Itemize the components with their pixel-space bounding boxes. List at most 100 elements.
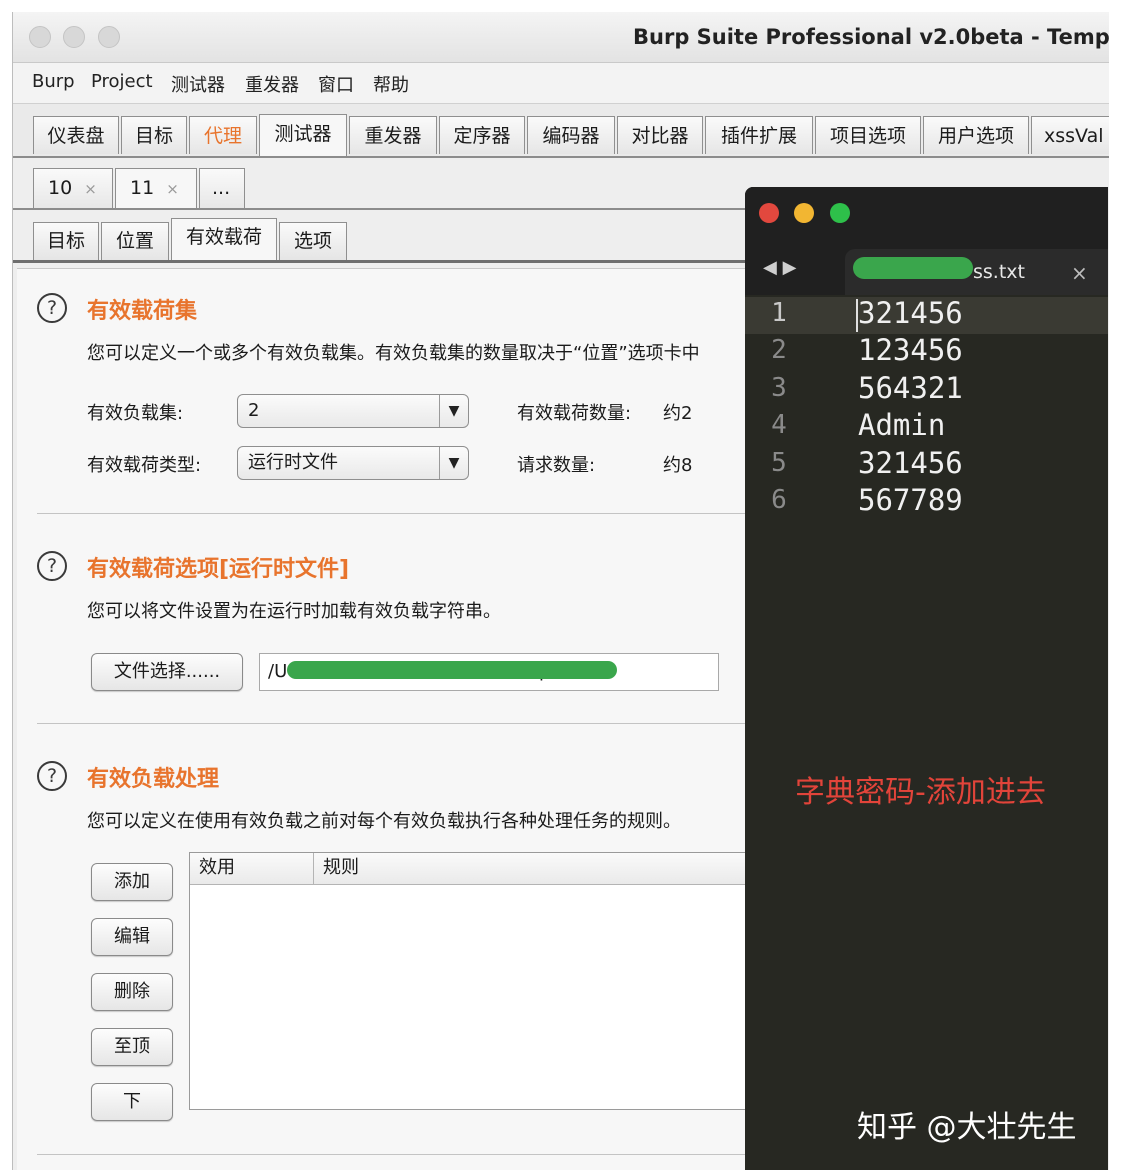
- main-tab-bar: 仪表盘 目标 代理 测试器 重发器 定序器 编码器 对比器 插件扩展 项目选项 …: [13, 104, 1109, 158]
- move-down-button[interactable]: 下: [91, 1083, 173, 1121]
- editor-minimize-button[interactable]: [794, 203, 814, 223]
- dropdown-arrow-icon: ▼: [439, 447, 468, 479]
- help-icon[interactable]: ?: [37, 551, 67, 581]
- payload-set-select[interactable]: 2 ▼: [237, 394, 469, 428]
- line-number: 2: [771, 335, 787, 365]
- line-number: 4: [771, 410, 787, 440]
- line-text[interactable]: 567789: [858, 483, 963, 517]
- editor-close-button[interactable]: [759, 203, 779, 223]
- payload-set-label: 有效负载集:: [87, 403, 184, 424]
- tab-repeater[interactable]: 重发器: [349, 116, 437, 154]
- payload-type-value: 运行时文件: [248, 452, 338, 473]
- close-icon[interactable]: ×: [84, 180, 97, 198]
- line-text[interactable]: 321456: [858, 296, 963, 330]
- window-minimize-button[interactable]: [63, 26, 85, 48]
- attack-tab-label: 10: [48, 177, 73, 199]
- window-close-button[interactable]: [29, 26, 51, 48]
- payload-options-description: 您可以将文件设置为在运行时加载有效负载字符串。: [87, 601, 501, 622]
- payload-count-label: 有效载荷数量:: [517, 403, 632, 424]
- subtab-payloads[interactable]: 有效载荷: [171, 218, 277, 260]
- window-title: Burp Suite Professional v2.0beta - Tempo: [633, 25, 1109, 49]
- attack-tab-divider: [13, 208, 773, 210]
- close-icon[interactable]: ×: [1071, 261, 1088, 285]
- menu-help[interactable]: 帮助: [373, 71, 409, 97]
- text-editor-window: ◀ ▶ ss.txt × 1 321456 2 123456 3 564321 …: [745, 187, 1108, 1170]
- menu-project[interactable]: Project: [91, 71, 153, 92]
- title-bar: Burp Suite Professional v2.0beta - Tempo: [13, 12, 1109, 63]
- redaction-mark: [853, 257, 973, 279]
- background-desktop-right: [1108, 0, 1132, 1170]
- line-number: 3: [771, 373, 787, 403]
- subtab-options[interactable]: 选项: [279, 222, 347, 260]
- section-divider: [37, 723, 767, 724]
- tab-intruder[interactable]: 测试器: [259, 114, 347, 156]
- tab-user-options[interactable]: 用户选项: [923, 116, 1029, 154]
- menu-window[interactable]: 窗口: [318, 71, 354, 97]
- tab-project-options[interactable]: 项目选项: [815, 116, 921, 154]
- tab-proxy[interactable]: 代理: [189, 116, 257, 154]
- tab-decoder[interactable]: 编码器: [527, 116, 615, 154]
- subtab-positions[interactable]: 位置: [101, 222, 169, 260]
- dropdown-arrow-icon: ▼: [439, 395, 468, 427]
- close-icon[interactable]: ×: [166, 180, 179, 198]
- line-number: 6: [771, 485, 787, 515]
- window-zoom-button[interactable]: [98, 26, 120, 48]
- tab-xssval[interactable]: xssVal: [1031, 116, 1109, 154]
- payload-count-value: 约2: [663, 403, 693, 424]
- payload-type-label: 有效载荷类型:: [87, 455, 202, 476]
- add-rule-button[interactable]: 添加: [91, 863, 173, 901]
- remove-rule-button[interactable]: 删除: [91, 973, 173, 1011]
- editor-file-name: ss.txt: [973, 261, 1025, 283]
- editor-zoom-button[interactable]: [830, 203, 850, 223]
- line-number: 5: [771, 448, 787, 478]
- tab-dashboard[interactable]: 仪表盘: [33, 116, 119, 154]
- payload-type-select[interactable]: 运行时文件 ▼: [237, 446, 469, 480]
- payload-processing-description: 您可以定义在使用有效负载之前对每个有效负载执行各种处理任务的规则。: [87, 811, 681, 832]
- attack-tab-label: 11: [130, 177, 155, 199]
- line-text[interactable]: Admin: [858, 408, 945, 442]
- edit-rule-button[interactable]: 编辑: [91, 918, 173, 956]
- attack-tab-11[interactable]: 11 ×: [115, 168, 197, 208]
- file-path-prefix: /U: [268, 661, 288, 682]
- tab-comparer[interactable]: 对比器: [617, 116, 703, 154]
- help-icon[interactable]: ?: [37, 293, 67, 323]
- background-desktop-top: [0, 0, 1132, 12]
- choose-file-button[interactable]: 文件选择......: [91, 653, 243, 691]
- line-text[interactable]: 321456: [858, 446, 963, 480]
- menu-burp[interactable]: Burp: [32, 71, 75, 92]
- processing-rules-table[interactable]: 效用 规则: [189, 852, 749, 1110]
- attack-tab-more[interactable]: ...: [199, 168, 245, 208]
- payload-processing-title: 有效负载处理: [87, 767, 220, 792]
- tab-extender[interactable]: 插件扩展: [705, 116, 813, 154]
- background-desktop-left: [0, 0, 12, 1170]
- line-text[interactable]: 123456: [858, 333, 963, 367]
- request-count-label: 请求数量:: [517, 455, 596, 476]
- section-divider: [37, 1154, 767, 1155]
- payload-options-title: 有效载荷选项[运行时文件]: [87, 557, 350, 582]
- editor-title-area: ◀ ▶ ss.txt ×: [745, 187, 1108, 295]
- redaction-mark: [287, 661, 617, 679]
- payload-sets-description: 您可以定义一个或多个有效负载集。有效负载集的数量取决于“位置”选项卡中: [87, 343, 700, 364]
- editor-file-tab[interactable]: ss.txt ×: [845, 249, 1108, 295]
- line-number: 1: [771, 298, 787, 328]
- nav-arrows-icon[interactable]: ◀ ▶: [763, 257, 796, 278]
- tab-target[interactable]: 目标: [121, 116, 187, 154]
- column-rule[interactable]: 规则: [314, 853, 748, 885]
- section-divider: [37, 513, 767, 514]
- column-enabled[interactable]: 效用: [190, 853, 314, 885]
- tab-sequencer[interactable]: 定序器: [439, 116, 525, 154]
- move-up-button[interactable]: 至顶: [91, 1028, 173, 1066]
- annotation-text: 字典密码-添加进去: [795, 775, 1046, 810]
- payload-set-value: 2: [248, 400, 260, 421]
- subtab-target[interactable]: 目标: [33, 222, 99, 260]
- request-count-value: 约8: [663, 455, 693, 476]
- help-icon[interactable]: ?: [37, 761, 67, 791]
- line-text[interactable]: 564321: [858, 371, 963, 405]
- attack-tab-10[interactable]: 10 ×: [33, 168, 113, 208]
- menu-intruder[interactable]: 测试器: [171, 71, 225, 97]
- menu-repeater[interactable]: 重发器: [245, 71, 299, 97]
- payload-sets-title: 有效载荷集: [87, 299, 198, 324]
- menu-bar: Burp Project 测试器 重发器 窗口 帮助: [13, 63, 1109, 104]
- watermark: 知乎 @大壮先生: [857, 1110, 1077, 1145]
- subtab-divider: [13, 260, 773, 263]
